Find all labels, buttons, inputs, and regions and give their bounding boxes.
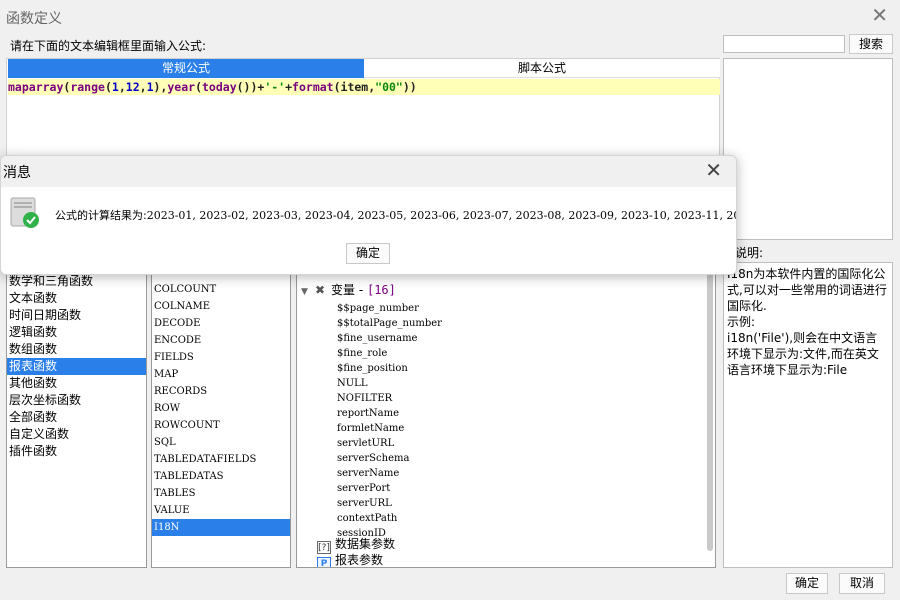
formula-token: (item, [333,80,376,94]
formula-token: ( [104,80,112,94]
formula-token: ())+ [236,80,265,94]
function-name-list[interactable]: COLCOUNT COLNAME DECODE ENCODE FIELDS MAP RECO… [151,262,291,568]
variable-item[interactable]: $$totalPage_number [337,316,442,331]
variable-item[interactable]: $fine_position [337,361,408,376]
formula-code-line[interactable]: maparray(range(1,12,1),year(today())+'-'… [8,79,720,95]
formula-token: + [285,80,293,94]
category-item[interactable]: 报表函数 [7,358,146,375]
dataset-params-label: 数据集参数 [335,537,396,551]
formula-token: "00" [375,80,403,94]
function-item[interactable]: VALUE [152,502,290,519]
result-message: 公式的计算结果为:2023-01, 2023-02, 2023-03, 2023… [55,207,737,223]
function-item[interactable]: DECODE [152,315,290,332]
variable-item[interactable]: serverName [337,466,399,481]
dataset-params-node[interactable]: [?] 数据集参数 [317,536,396,554]
message-title: 消息 [3,165,31,181]
formula-token: ), [153,80,168,94]
formula-token: ( [195,80,202,94]
category-item[interactable]: 插件函数 [7,443,146,460]
variable-item[interactable]: $fine_username [337,331,417,346]
tab-script-formula[interactable]: 脚本公式 [364,59,720,78]
function-category-list[interactable]: 数学和三角函数 文本函数 时间日期函数 逻辑函数 数组函数 报表函数 其他函数 层次坐标函数全… [6,262,147,568]
report-params-node[interactable]: P 报表参数 [317,552,384,567]
formula-token: )) [402,80,417,94]
variable-item[interactable]: contextPath [337,511,397,526]
formula-token: year [167,80,196,94]
dialog-title: 函数定义 [6,11,62,27]
success-check-icon [10,197,39,228]
expand-arrow-icon[interactable]: ▼ [301,285,315,300]
close-icon[interactable]: ✕ [871,5,888,25]
message-title-bar: 消息 ✕ [1,156,736,187]
variable-item[interactable]: reportName [337,406,399,421]
variable-item[interactable]: servletURL [337,436,394,451]
variables-node-label: 变量 - [331,283,367,297]
variable-item[interactable]: formletName [337,421,404,436]
message-ok-button[interactable]: 确定 [346,243,390,264]
result-value: 2023-01, 2023-02, 2023-03, 2023-04, 2023… [146,209,737,222]
function-item[interactable]: ROWCOUNT [152,417,290,434]
dialog-title-bar: 函数定义 ✕ [0,0,900,32]
category-item[interactable]: 其他函数 [7,375,146,392]
function-item[interactable]: RECORDS [152,383,290,400]
variable-item[interactable]: serverSchema [337,451,409,466]
variables-count: [16] [366,283,396,297]
message-close-icon[interactable]: ✕ [705,160,722,180]
category-item[interactable]: 文本函数 [7,290,146,307]
function-item[interactable]: ROW [152,400,290,417]
search-input[interactable] [723,35,845,53]
variable-item[interactable]: serverURL [337,496,392,511]
formula-token: '-' [264,80,286,94]
function-item[interactable]: TABLEDATAS [152,468,290,485]
tab-normal-formula[interactable]: 常规公式 [8,59,364,78]
variable-item[interactable]: NOFILTER [337,391,392,406]
formula-token: , [139,80,147,94]
category-item[interactable]: 全部函数 [7,409,146,426]
function-item[interactable]: SQL [152,434,290,451]
formula-token: 1 [111,80,119,94]
message-dialog: 消息 ✕ 公式的计算结果为:2023-01, 2023-02, 2023-03,… [0,155,737,275]
variable-item[interactable]: $$page_number [337,301,419,316]
variable-item[interactable]: serverPort [337,481,390,496]
variable-item[interactable]: NULL [337,376,367,391]
variables-node[interactable]: ▼ ✖ 变量 - [16] [301,283,396,298]
search-results-list[interactable] [723,58,893,240]
formula-token: maparray [8,80,64,94]
formula-token: range [70,80,105,94]
function-item[interactable]: TABLEDATAFIELDS [152,451,290,468]
variable-scrollbar[interactable] [706,263,714,567]
result-label: 公式的计算结果为: [55,209,147,222]
function-item[interactable]: I18N [152,519,290,536]
formula-token: 12 [125,80,140,94]
category-item[interactable]: 数学和三角函数 [7,273,146,290]
function-item[interactable]: MAP [152,366,290,383]
category-item[interactable]: 时间日期函数 [7,307,146,324]
formula-prompt: 请在下面的文本编辑框里面输入公式: [10,39,207,53]
function-item[interactable]: TABLES [152,485,290,502]
function-item[interactable]: COLCOUNT [152,281,290,298]
category-item[interactable]: 层次坐标函数 [7,392,146,409]
function-item[interactable]: COLNAME [152,298,290,315]
formula-token: today [202,80,237,94]
formula-token: , [118,80,126,94]
function-item[interactable]: FIELDS [152,349,290,366]
cancel-button[interactable]: 取消 [839,573,885,594]
category-item[interactable]: 数组函数 [7,341,146,358]
ok-button[interactable]: 确定 [786,573,828,594]
variable-tree[interactable]: ▼ ✖ 变量 - [16] $$page_number $$totalPage_num… [296,262,716,568]
function-item[interactable]: ENCODE [152,332,290,349]
report-params-label: 报表参数 [335,553,384,567]
scrollbar-thumb[interactable] [707,265,713,551]
formula-token: format [292,80,334,94]
formula-token: 1 [146,80,154,94]
category-item[interactable]: 自定义函数 [7,426,146,443]
search-button[interactable]: 搜索 [849,34,893,54]
variable-item[interactable]: $fine_role [337,346,387,361]
category-item[interactable]: 逻辑函数 [7,324,146,341]
report-param-icon: P [317,557,331,567]
variable-icon: ✖ [315,283,326,297]
description-text: I18n为本软件内置的国际化公式,可以对一些常用的词语进行国际化. 示例: i1… [723,262,893,568]
